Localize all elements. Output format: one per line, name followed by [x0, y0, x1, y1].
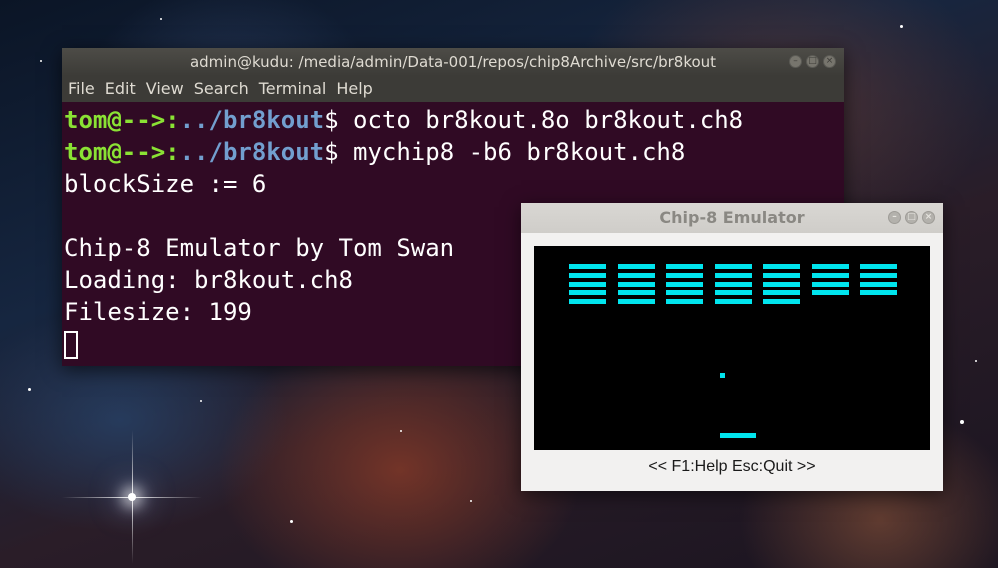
prompt-path: ../br8kout [179, 106, 325, 134]
brick [714, 264, 752, 269]
prompt-symbol: $ [324, 106, 339, 134]
brick [860, 281, 897, 287]
brick [811, 290, 849, 296]
command-text: mychip8 -b6 br8kout.ch8 [353, 138, 686, 166]
emulator-title: Chip-8 Emulator [659, 208, 805, 227]
emulator-screen[interactable] [534, 246, 930, 450]
brick [617, 299, 655, 305]
brick [860, 264, 897, 269]
brick [860, 290, 897, 296]
star [28, 388, 31, 391]
command-line: tom@-->:../br8kout$ mychip8 -b6 br8kout.… [64, 136, 844, 168]
brick [714, 290, 752, 296]
brick [569, 281, 606, 287]
emulator-status: << F1:Help Esc:Quit >> [648, 458, 816, 475]
brick [811, 264, 849, 269]
star [960, 420, 964, 424]
star [470, 500, 472, 502]
prompt-user: tom@-->: [64, 106, 180, 134]
prompt-user: tom@-->: [64, 138, 180, 166]
brick [763, 272, 800, 278]
emulator-window[interactable]: Chip-8 Emulator – □ × << F1:Help Esc:Qui… [521, 203, 943, 491]
command-text: octo br8kout.8o br8kout.ch8 [353, 106, 744, 134]
star [160, 18, 162, 20]
menu-edit[interactable]: Edit [105, 76, 136, 102]
minimize-icon[interactable]: – [888, 211, 901, 224]
brick [666, 299, 703, 305]
brick [617, 264, 655, 269]
menu-help[interactable]: Help [336, 76, 372, 102]
terminal-titlebar[interactable]: admin@kudu: /media/admin/Data-001/repos/… [62, 48, 844, 76]
brick [569, 299, 606, 305]
ball [720, 373, 725, 378]
star [40, 60, 42, 62]
brick [617, 281, 655, 287]
star [900, 25, 903, 28]
emulator-window-controls: – □ × [888, 211, 935, 224]
menu-terminal[interactable]: Terminal [259, 76, 327, 102]
brick [811, 272, 849, 278]
menu-file[interactable]: File [68, 76, 95, 102]
star [290, 520, 293, 523]
terminal-menubar: File Edit View Search Terminal Help [62, 76, 844, 102]
star [975, 360, 977, 362]
prompt-path: ../br8kout [179, 138, 325, 166]
brick [763, 290, 800, 296]
brick [714, 281, 752, 287]
star [200, 400, 202, 402]
terminal-title: admin@kudu: /media/admin/Data-001/repos/… [189, 53, 717, 71]
brick [811, 281, 849, 287]
prompt-symbol: $ [324, 138, 339, 166]
brick [714, 299, 752, 305]
terminal-window-controls: – □ × [789, 55, 836, 68]
emulator-titlebar[interactable]: Chip-8 Emulator – □ × [521, 203, 943, 233]
star-flare [132, 430, 133, 564]
command-line: tom@-->:../br8kout$ octo br8kout.8o br8k… [64, 104, 844, 136]
menu-view[interactable]: View [146, 76, 184, 102]
maximize-icon[interactable]: □ [905, 211, 918, 224]
output-line: blockSize := 6 [64, 170, 267, 198]
star [400, 430, 402, 432]
close-icon[interactable]: × [922, 211, 935, 224]
minimize-icon[interactable]: – [789, 55, 802, 68]
brick [763, 264, 800, 269]
terminal-cursor [64, 331, 78, 359]
brick [860, 272, 897, 278]
brick [666, 290, 703, 296]
maximize-icon[interactable]: □ [806, 55, 819, 68]
brick [569, 264, 606, 269]
paddle [720, 433, 756, 438]
brick [569, 290, 606, 296]
brick [617, 272, 655, 278]
brick [763, 299, 800, 305]
brick [569, 272, 606, 278]
brick [666, 264, 703, 269]
brick [666, 272, 703, 278]
brick [714, 272, 752, 278]
close-icon[interactable]: × [823, 55, 836, 68]
brick [763, 281, 800, 287]
brick [617, 290, 655, 296]
menu-search[interactable]: Search [194, 76, 249, 102]
brick [666, 281, 703, 287]
